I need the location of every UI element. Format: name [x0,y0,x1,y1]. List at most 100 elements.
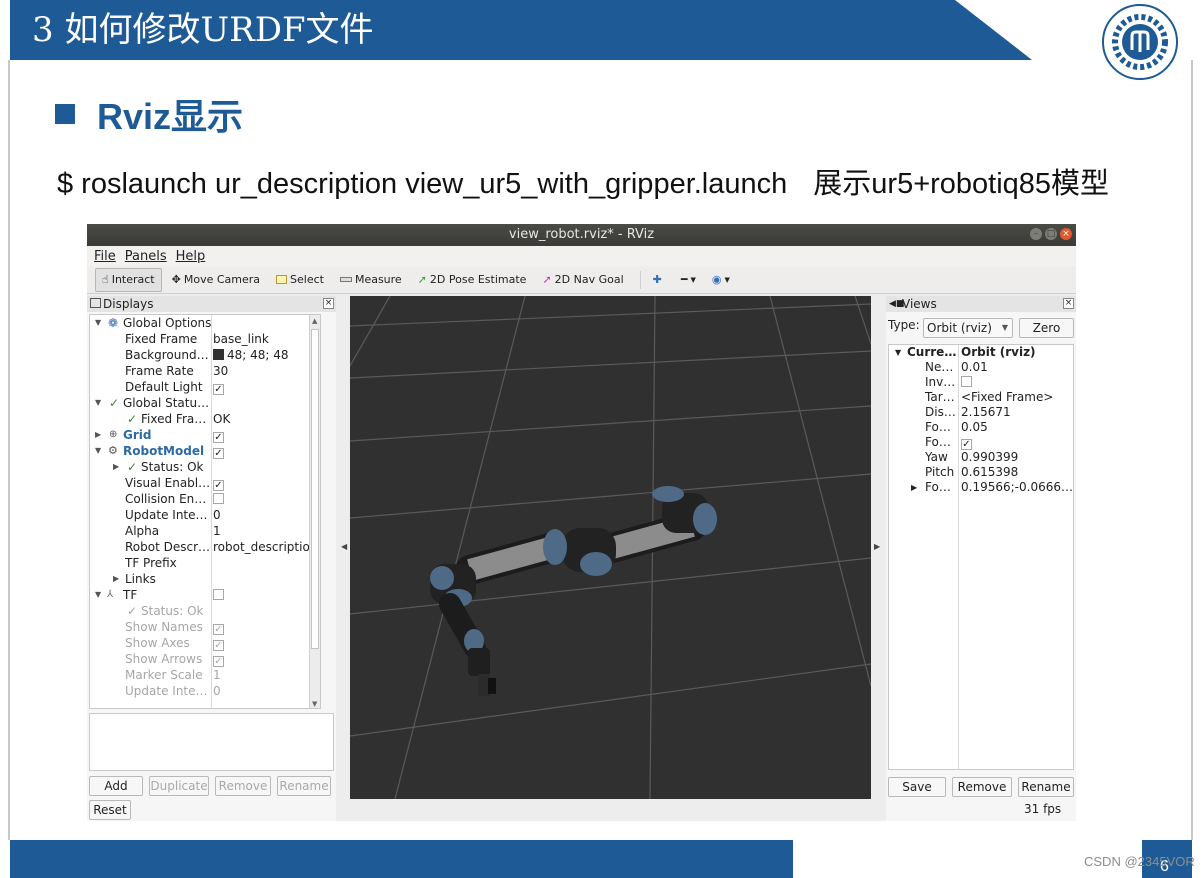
checkbox-checked[interactable]: ✓ [213,384,224,395]
checkbox-checked[interactable]: ✓ [213,624,224,635]
tree-row-value: robot_description [213,540,318,554]
rviz-window: view_robot.rviz* - RViz – □ × File Panel… [87,224,1076,821]
right-border [1191,60,1193,840]
tree-row-global-options[interactable]: ▼ ❁ Global Options [90,315,320,331]
view-row-current[interactable]: ▼ Curre… Orbit (rviz) [889,345,1073,360]
monitor-icon [90,298,101,308]
tool-interact[interactable]: ☝ Interact [95,267,162,292]
tree-row-tf-prefix[interactable]: TF Prefix [90,555,320,571]
tree-row-tf-status[interactable]: ✓ Status: Ok [90,603,320,619]
tree-row-status-ok[interactable]: ▶ ✓ Status: Ok [90,459,320,475]
tree-row-fixed-frame[interactable]: Fixed Frame base_link [90,331,320,347]
tree-row-links[interactable]: ▶ Links [90,571,320,587]
view-row-target-frame[interactable]: Tar… <Fixed Frame> [889,390,1073,405]
tree-row-alpha[interactable]: Alpha 1 [90,523,320,539]
tree-row-fixed-frame-status[interactable]: ✓ Fixed Fra… OK [90,411,320,427]
view-row-focal-shape-size[interactable]: Fo… 0.05 [889,420,1073,435]
view-row-name: Curre… [907,345,957,359]
checkbox-checked[interactable]: ✓ [213,448,224,459]
duplicate-button[interactable]: Duplicate [149,776,209,796]
tree-row-robot-description[interactable]: Robot Descr… robot_description [90,539,320,555]
checkbox-checked[interactable]: ✓ [961,439,972,450]
collapse-right-icon[interactable]: ▶ [874,542,880,551]
scrollbar-thumb[interactable] [311,329,319,649]
tree-row-tf[interactable]: ▼ ⅄ TF [90,587,320,603]
view-type-dropdown[interactable]: Orbit (rviz) ▼ [923,318,1013,338]
checkbox-checked[interactable]: ✓ [213,432,224,443]
view-row-focal-shape-fixed[interactable]: Fo… ✓ [889,435,1073,450]
tool-move-camera-label: Move Camera [183,273,261,286]
section-heading: Rviz显示 [55,92,243,137]
tool-move-camera[interactable]: ✥ Move Camera [166,268,266,292]
view-row-name: Fo… [925,480,951,494]
remove-view-button[interactable]: Remove [952,777,1012,797]
remove-tool-button[interactable]: ━ ▼ [675,268,702,292]
tree-row-collision-enabled[interactable]: Collision En… [90,491,320,507]
rename-view-button[interactable]: Rename [1018,777,1074,797]
displays-scrollbar[interactable]: ▲ ▼ [309,315,320,708]
tree-row-show-names[interactable]: Show Names ✓ [90,619,320,635]
tool-select-label: Select [290,273,324,286]
tree-row-value: OK [213,412,231,426]
tree-row-value: ✓ [213,619,224,635]
view-row-distance[interactable]: Dis… 2.15671 [889,405,1073,420]
remove-button[interactable]: Remove [215,776,271,796]
tree-row-value: 0 [213,684,221,698]
minimize-icon[interactable]: – [1030,228,1042,240]
views-properties-tree: ▼ Curre… Orbit (rviz) Ne… 0.01 Inv… Tar… <Fi… [888,344,1074,770]
tool-select[interactable]: Select [270,268,330,292]
tree-row-frame-rate[interactable]: Frame Rate 30 [90,363,320,379]
collapse-left-icon[interactable]: ◀ [341,542,347,551]
tree-row-update-interval[interactable]: Update Inte… 0 [90,507,320,523]
scroll-up-icon[interactable]: ▲ [312,317,317,325]
checkbox-checked[interactable]: ✓ [213,480,224,491]
tool-2d-pose-estimate[interactable]: ➚ 2D Pose Estimate [412,268,533,292]
menu-panels[interactable]: Panels [125,249,167,264]
view-row-pitch[interactable]: Pitch 0.615398 [889,465,1073,480]
checkbox-checked[interactable]: ✓ [213,640,224,651]
view-row-yaw[interactable]: Yaw 0.990399 [889,450,1073,465]
tree-row-marker-scale[interactable]: Marker Scale 1 [90,667,320,683]
save-view-button[interactable]: Save [888,777,946,797]
check-icon: ✓ [127,604,138,618]
zero-button[interactable]: Zero [1019,318,1074,338]
watermark-text: CSDN @2345VOR [1084,854,1195,869]
view-row-invert[interactable]: Inv… [889,375,1073,390]
close-icon[interactable]: × [323,298,334,309]
menu-file[interactable]: File [94,249,116,264]
tree-row-robot-model[interactable]: ▼ ⚙ RobotModel ✓ [90,443,320,459]
add-button[interactable]: Add [89,776,143,796]
reset-button[interactable]: Reset [89,800,131,820]
tree-row-visual-enabled[interactable]: Visual Enabl… ✓ [90,475,320,491]
tree-row-name: Frame Rate [125,364,194,378]
close-icon[interactable]: × [1060,228,1072,240]
view-row-near-clip[interactable]: Ne… 0.01 [889,360,1073,375]
tool-2d-nav-goal[interactable]: ➚ 2D Nav Goal [536,268,629,292]
close-icon[interactable]: × [1063,298,1074,309]
maximize-icon[interactable]: □ [1045,228,1057,240]
tool-measure-label: Measure [354,273,402,286]
3d-viewport[interactable] [350,296,871,799]
tree-row-grid[interactable]: ▶ ⊕ Grid ✓ [90,427,320,443]
tree-row-default-light[interactable]: Default Light ✓ [90,379,320,395]
checkbox-unchecked[interactable] [961,376,972,387]
tool-properties-button[interactable]: ◉ ▼ [706,268,736,292]
command-text: $ roslaunch ur_description view_ur5_with… [57,168,788,200]
tree-row-tf-update-interval[interactable]: Update Inte… 0 [90,683,320,699]
background-color-value: 48; 48; 48 [227,348,289,362]
checkbox-unchecked[interactable] [213,493,224,504]
view-row-value: ✓ [961,435,972,450]
rename-button[interactable]: Rename [277,776,331,796]
tree-row-global-status[interactable]: ▼ ✓ Global Statu… [90,395,320,411]
tool-measure[interactable]: Measure [334,268,408,292]
menu-help[interactable]: Help [176,249,206,264]
tree-row-show-axes[interactable]: Show Axes ✓ [90,635,320,651]
add-tool-button[interactable]: ✚ [647,268,671,292]
scroll-down-icon[interactable]: ▼ [312,700,317,708]
checkbox-checked[interactable]: ✓ [213,656,224,667]
view-row-name: Dis… [925,405,956,419]
tree-row-show-arrows[interactable]: Show Arrows ✓ [90,651,320,667]
checkbox-unchecked[interactable] [213,589,224,600]
tree-row-background[interactable]: Background… 48; 48; 48 [90,347,320,363]
view-row-focal-point[interactable]: ▶ Fo… 0.19566;-0.0666… [889,480,1073,495]
